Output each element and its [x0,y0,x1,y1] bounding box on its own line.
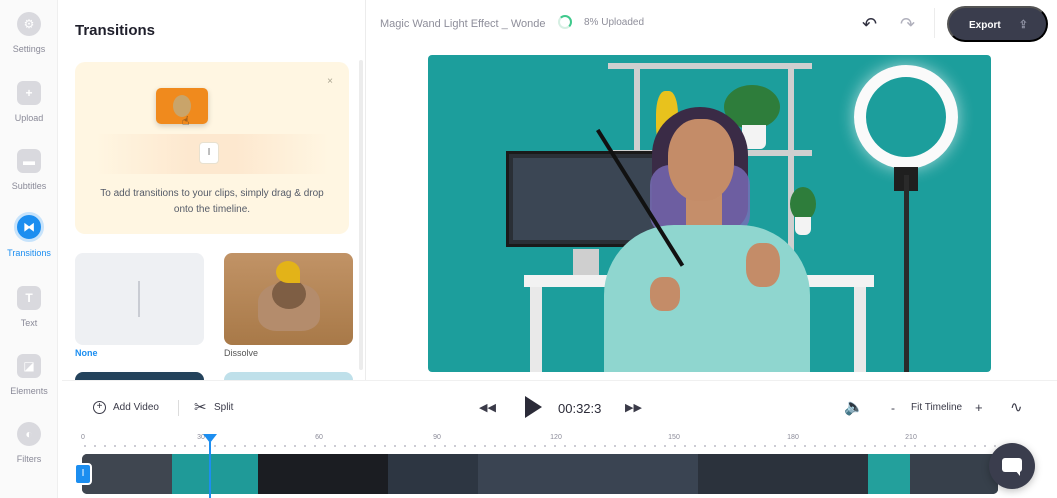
person-torso [604,225,810,372]
sidebar-item-transitions[interactable]: ⧓ Transitions [0,212,58,272]
hint-drop-marker: I [199,142,219,164]
sidebar-item-label: Text [20,318,38,328]
plus-icon: + [17,81,41,105]
add-video-button[interactable]: Add Video [113,402,159,413]
volume-icon[interactable]: 🔈 [844,397,864,417]
sidebar-item-label: Settings [12,44,46,54]
scissors-icon[interactable]: ✂ [194,398,207,416]
tick-label: 90 [433,434,441,441]
track-handle[interactable]: I [74,463,92,485]
sidebar-item-filters[interactable]: ◐ Filters [0,422,58,482]
person-face [668,119,734,201]
monitor-stand [573,249,599,277]
desk-leg [854,287,866,372]
plant [790,187,816,221]
top-bar: Magic Wand Light Effect _ Wonde 8% Uploa… [366,0,1057,48]
sidebar-item-settings[interactable]: ⚙ Settings [0,12,58,72]
person-hand [746,243,780,287]
transition-card-peek[interactable] [75,372,204,380]
track-frame [82,454,172,494]
project-name[interactable]: Magic Wand Light Effect _ Wonde [380,18,546,30]
filters-icon: ◐ [17,422,41,446]
redo-icon[interactable]: ↷ [900,14,915,35]
sidebar-item-label: Subtitles [11,181,47,191]
tick-label: 60 [315,434,323,441]
video-track[interactable] [82,454,998,494]
track-frame [698,454,868,494]
upload-status: 8% Uploaded [584,17,645,28]
transitions-icon: ⧓ [14,212,44,242]
add-circle-icon[interactable]: + [93,401,106,414]
track-frame [868,454,910,494]
timeline-ruler[interactable]: 0 30 60 90 120 150 180 210 [80,432,1015,452]
elements-icon: ◪ [17,354,41,378]
split-button[interactable]: Split [214,402,233,413]
sidebar-item-label: Upload [14,113,44,123]
timecode: 00:32:3 [558,401,602,416]
desk-leg [530,287,542,372]
gear-icon: ⚙ [17,12,41,36]
hand-cursor-icon: ☝ [182,114,190,128]
sidebar-item-upload[interactable]: + Upload [0,81,58,141]
tick-label: 120 [550,434,562,441]
playhead-line [209,442,211,498]
transitions-panel: Transitions × ☝ I To add transitions to … [58,0,366,380]
track-frame [258,454,388,494]
fit-timeline-button[interactable]: Fit Timeline [911,402,962,413]
undo-icon[interactable]: ↶ [862,14,877,35]
sidebar-item-label: Elements [10,386,48,396]
upload-progress-icon [558,15,572,29]
track-frame [172,454,258,494]
zoom-out-button[interactable]: - [891,401,895,415]
fast-forward-icon[interactable]: ▶▶ [625,401,642,414]
sidebar-item-label: Transitions [7,248,51,258]
divider [178,400,179,416]
sidebar-item-elements[interactable]: ◪ Elements [0,354,58,414]
ring-light [854,65,958,169]
tick-label: 210 [905,434,917,441]
track-frame [478,454,698,494]
panel-scrollbar[interactable] [359,60,363,370]
subtitles-icon: ▬ [17,149,41,173]
ring-light-pole [904,175,909,372]
upload-icon: ⇪ [1018,19,1028,31]
close-icon[interactable]: × [327,76,333,87]
chat-button[interactable] [989,443,1035,489]
transition-card-dissolve[interactable] [224,253,353,345]
track-frame [388,454,478,494]
tick-label: 180 [787,434,799,441]
tick-label: 150 [668,434,680,441]
shelf-post [788,63,794,273]
waveform-icon[interactable]: ∿ [1010,398,1023,416]
video-editor-app: ⚙ Settings + Upload ▬ Subtitles ⧓ Transi… [0,0,1057,498]
left-sidebar: ⚙ Settings + Upload ▬ Subtitles ⧓ Transi… [0,0,58,498]
sidebar-item-label: Filters [16,454,42,464]
playback-controls: + Add Video ✂ Split ◀◀ 00:32:3 ▶▶ 🔈 - Fi… [62,380,1057,432]
track-frame [910,454,998,494]
tick-dots [80,445,1015,447]
tick-label: 0 [81,434,85,441]
transition-label-dissolve: Dissolve [224,348,259,358]
transition-card-peek[interactable] [224,372,353,380]
rewind-icon[interactable]: ◀◀ [479,401,496,414]
video-preview[interactable] [428,55,991,372]
export-label: Export [969,20,1001,31]
chat-icon-tail [1015,470,1020,476]
zoom-in-button[interactable]: + [975,400,983,415]
pot [795,217,811,235]
person-hand [650,277,680,311]
export-button[interactable]: Export ⇪ [947,6,1048,42]
transition-label-none: None [75,348,98,358]
panel-title: Transitions [75,22,156,39]
transitions-hint-card: × ☝ I To add transitions to your clips, … [75,62,349,234]
hint-text: To add transitions to your clips, simply… [100,188,324,215]
divider [934,8,935,38]
play-icon[interactable] [525,396,542,418]
sidebar-item-subtitles[interactable]: ▬ Subtitles [0,149,58,209]
sidebar-item-text[interactable]: T Text [0,286,58,346]
text-icon: T [17,286,41,310]
transition-card-none[interactable] [75,253,204,345]
